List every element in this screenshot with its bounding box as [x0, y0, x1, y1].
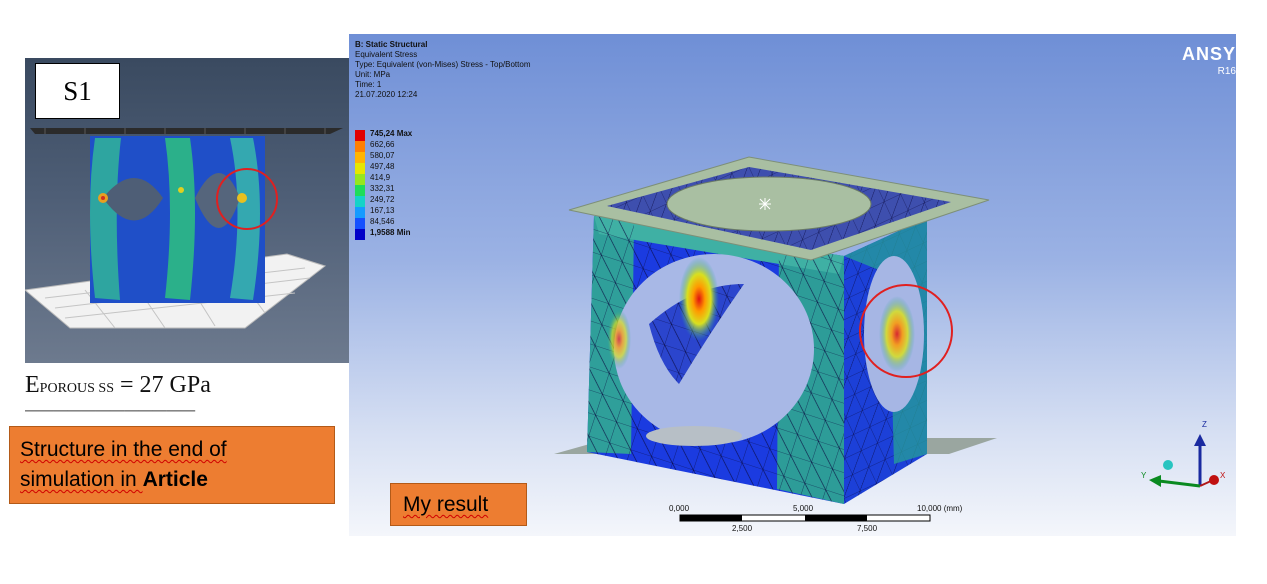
top-plate: [30, 128, 343, 134]
scale-bar: [679, 514, 931, 522]
s1-label: S1: [35, 63, 120, 119]
cropped-text-line: ────────────: [25, 402, 315, 412]
modulus-value: = 27 GPa: [114, 372, 211, 398]
left-column: [90, 138, 121, 300]
scale-label: 2,500: [732, 524, 753, 533]
fea-model-render: [554, 156, 1219, 522]
modulus-subscript: POROUS SS: [39, 381, 114, 396]
hotspot-left: [607, 309, 631, 369]
hotspot-side: [879, 296, 915, 372]
modulus-symbol: E: [25, 372, 40, 398]
modulus-text: EPOROUS SS = 27 GPa: [25, 372, 211, 399]
triad-z-label: Z: [1202, 420, 1207, 429]
center-marker: [759, 198, 771, 210]
triad-x-label: X: [1220, 471, 1226, 480]
article-note-box: Structure in the end of simulation in Ar…: [9, 426, 335, 504]
hotspot-right: [237, 193, 247, 203]
article-note-bold: Article: [142, 468, 208, 491]
triad-y-label: Y: [1141, 471, 1147, 480]
scale-label: 0,000: [669, 504, 690, 513]
scale-label: 10,000 (mm): [917, 504, 963, 513]
my-result-box: My result: [390, 483, 527, 526]
hotspot-center: [679, 257, 719, 341]
scale-label: 7,500: [857, 524, 878, 533]
scale-label: 5,000: [793, 504, 814, 513]
my-result-text: My result: [403, 493, 489, 516]
coordinate-triad[interactable]: [1149, 434, 1219, 488]
bottom-hole: [646, 426, 742, 446]
ansys-viewport[interactable]: B: Static Structural Equivalent Stress T…: [349, 34, 1236, 536]
